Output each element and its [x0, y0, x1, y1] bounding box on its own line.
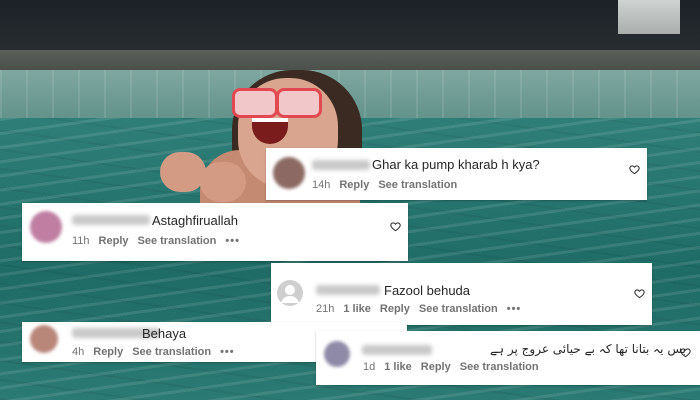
- comment-meta: 21h 1 like Reply See translation •••: [316, 303, 521, 315]
- comment-meta: 1d 1 like Reply See translation: [363, 361, 539, 373]
- comment-time: 11h: [72, 235, 90, 247]
- reply-button[interactable]: Reply: [339, 179, 369, 191]
- reply-button[interactable]: Reply: [93, 346, 123, 358]
- see-translation-link[interactable]: See translation: [378, 179, 457, 191]
- comment-text: بس یہ بتانا تھا کہ بے حیائی عروج پر ہے: [490, 342, 686, 356]
- username-blurred[interactable]: [316, 285, 380, 295]
- person-hand: [200, 162, 246, 202]
- more-options-icon[interactable]: •••: [220, 346, 235, 358]
- more-options-icon[interactable]: •••: [507, 303, 522, 315]
- reply-button[interactable]: Reply: [99, 235, 129, 247]
- comment-card: Fazool behuda 21h 1 like Reply See trans…: [271, 263, 652, 325]
- comment-card: Astaghfiruallah 11h Reply See translatio…: [22, 203, 408, 261]
- avatar[interactable]: [30, 325, 58, 353]
- see-translation-link[interactable]: See translation: [138, 235, 217, 247]
- goggles-left-lens: [232, 88, 278, 118]
- reply-button[interactable]: Reply: [421, 361, 451, 373]
- heart-outline-icon[interactable]: [680, 347, 691, 358]
- heart-outline-icon[interactable]: [634, 288, 645, 299]
- goggles-right-lens: [276, 88, 322, 118]
- comment-meta: 11h Reply See translation •••: [72, 235, 240, 247]
- comment-time: 1d: [363, 361, 376, 373]
- username-blurred[interactable]: [72, 215, 150, 225]
- comment-meta: 14h Reply See translation: [312, 179, 457, 191]
- avatar[interactable]: [273, 157, 305, 189]
- comment-text: Ghar ka pump kharab h kya?: [372, 157, 540, 172]
- comment-time: 14h: [312, 179, 331, 191]
- see-translation-link[interactable]: See translation: [132, 346, 211, 358]
- username-blurred[interactable]: [312, 160, 370, 170]
- heart-outline-icon[interactable]: [629, 164, 640, 175]
- person-hand: [160, 152, 206, 192]
- reply-button[interactable]: Reply: [380, 303, 410, 315]
- avatar[interactable]: [30, 211, 62, 243]
- default-avatar-icon: [281, 285, 299, 303]
- comment-time: 4h: [72, 346, 85, 358]
- see-translation-link[interactable]: See translation: [460, 361, 539, 373]
- comment-card: Ghar ka pump kharab h kya? 14h Reply See…: [266, 148, 647, 200]
- more-options-icon[interactable]: •••: [225, 235, 240, 247]
- comment-time: 21h: [316, 303, 335, 315]
- avatar[interactable]: [277, 280, 303, 306]
- comment-card: بس یہ بتانا تھا کہ بے حیائی عروج پر ہے 1…: [316, 331, 700, 385]
- comment-text: Astaghfiruallah: [152, 213, 238, 228]
- avatar[interactable]: [324, 341, 350, 367]
- like-count[interactable]: 1 like: [384, 361, 412, 373]
- like-count[interactable]: 1 like: [343, 303, 371, 315]
- pool-deck: [0, 50, 700, 72]
- username-blurred[interactable]: [362, 345, 432, 355]
- window-light: [618, 0, 680, 34]
- comment-text: Fazool behuda: [384, 283, 471, 298]
- comment-meta: 4h Reply See translation •••: [72, 346, 235, 358]
- heart-outline-icon[interactable]: [390, 221, 401, 232]
- comment-text: Behaya: [142, 326, 187, 341]
- see-translation-link[interactable]: See translation: [419, 303, 498, 315]
